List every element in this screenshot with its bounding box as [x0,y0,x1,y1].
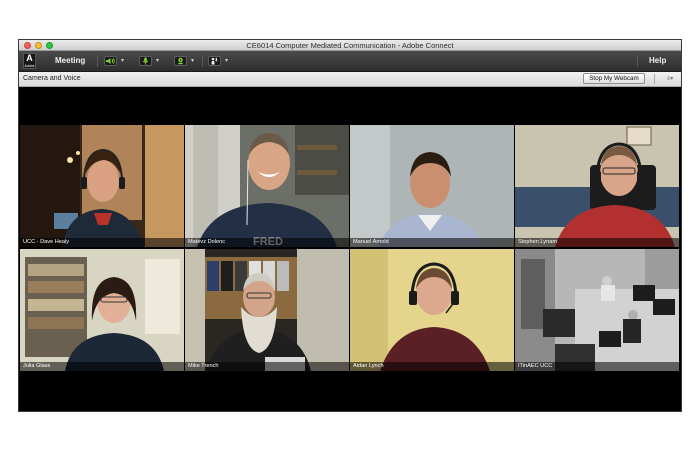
speaker-icon [104,56,117,66]
participant-name: Matevz Dolenc [185,238,349,247]
meeting-menu[interactable]: Meeting [55,51,85,71]
adobe-logo: A Adobe [23,53,36,69]
video-tile[interactable]: Stephen Lynam [515,125,679,247]
chevron-down-icon[interactable]: ▾ [156,58,159,64]
participant-name: UCC - Dave Healy [20,238,184,247]
video-tile[interactable]: ITinAEC UCC [515,249,679,371]
chevron-down-icon[interactable]: ▾ [191,58,194,64]
chevron-down-icon[interactable]: ▾ [121,58,124,64]
participant-name: Mike Trench [185,362,349,371]
video-feed [350,125,514,247]
raise-hand-button[interactable]: ▾ [208,55,228,67]
microphone-icon [139,56,152,66]
video-feed [185,249,349,371]
video-tile[interactable]: Aidan Lynch [350,249,514,371]
chevron-down-icon[interactable]: ▾ [225,58,228,64]
video-feed [515,249,679,371]
participant-name: ITinAEC UCC [515,362,679,371]
video-tile[interactable]: UCC - Dave Healy [20,125,184,247]
microphone-button[interactable]: ▾ [139,55,159,67]
stop-webcam-button[interactable]: Stop My Webcam [583,73,645,84]
video-feed [350,249,514,371]
video-tile[interactable]: Manuel Arnold [350,125,514,247]
video-feed [20,249,184,371]
webcam-icon [174,56,187,66]
video-tile[interactable]: Mike Trench [185,249,349,371]
toolbar-divider [202,55,203,67]
video-feed [515,125,679,247]
adobe-logo-word: Adobe [24,64,35,68]
camera-voice-pod-header: Camera and Voice Stop My Webcam ≡▾ [19,72,681,87]
participant-name: Julia Glass [20,362,184,371]
participant-name: Aidan Lynch [350,362,514,371]
participant-name: Stephen Lynam [515,238,679,247]
participant-name: Manuel Arnold [350,238,514,247]
toolbar-divider [97,55,98,67]
toolbar-divider [637,55,638,67]
menu-bar: A Adobe Meeting ▾ ▾ ▾ ▾ Help [19,51,681,72]
adobe-connect-window: CE6014 Computer Mediated Communication -… [18,39,682,412]
pod-options-icon[interactable]: ≡▾ [663,74,677,84]
help-menu[interactable]: Help [649,51,666,71]
adobe-logo-letter: A [26,53,33,63]
video-feed: FRED [185,125,349,247]
webcam-button[interactable]: ▾ [174,55,194,67]
speaker-button[interactable]: ▾ [104,55,124,67]
pod-header-divider [654,74,655,84]
pod-title: Camera and Voice [23,75,81,82]
window-title: CE6014 Computer Mediated Communication -… [246,41,454,50]
video-feed [20,125,184,247]
video-tile[interactable]: Julia Glass [20,249,184,371]
video-tile[interactable]: FRED Matevz Dolenc [185,125,349,247]
title-bar: CE6014 Computer Mediated Communication -… [19,40,681,51]
raise-hand-icon [208,56,221,66]
